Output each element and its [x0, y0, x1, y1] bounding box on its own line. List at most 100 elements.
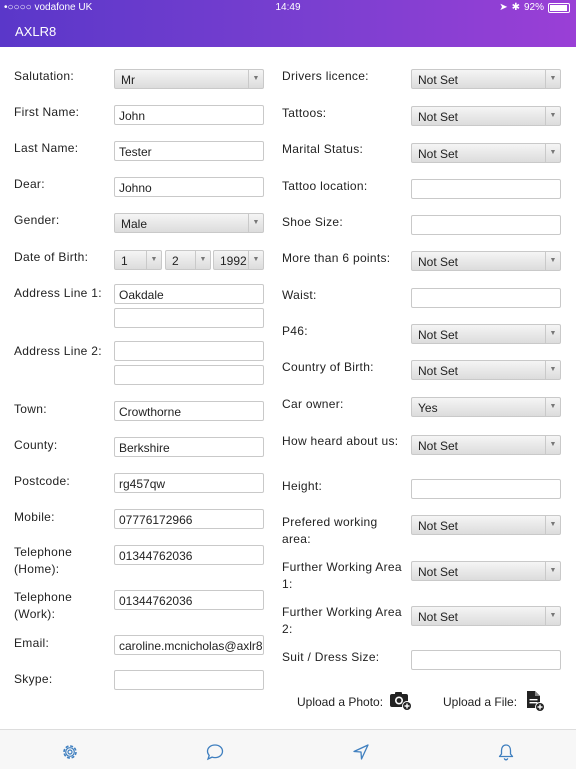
- shoe-size-label: Shoe Size:: [282, 215, 344, 229]
- mobile-label: Mobile:: [14, 510, 55, 524]
- dob-day-select[interactable]: 1 ▼: [114, 250, 162, 270]
- app-header: •○○○○ vodafone UK 14:49 ➤ ✱ 92% AXLR8: [0, 0, 576, 47]
- tab-bar: [0, 729, 576, 769]
- chevron-down-icon: ▼: [545, 325, 560, 343]
- chevron-down-icon: ▼: [545, 516, 560, 534]
- gender-label: Gender:: [14, 213, 60, 227]
- town-input[interactable]: Crowthorne: [114, 401, 264, 421]
- p46-select[interactable]: Not Set ▼: [411, 324, 561, 344]
- drivers-licence-label: Drivers licence:: [282, 69, 369, 83]
- chevron-down-icon: ▼: [545, 361, 560, 379]
- height-label: Height:: [282, 479, 323, 493]
- address-line-1-label: Address Line 1:: [14, 286, 102, 300]
- car-owner-label: Car owner:: [282, 397, 344, 411]
- bell-icon[interactable]: [496, 742, 516, 762]
- chat-icon[interactable]: [205, 742, 225, 762]
- tattoos-select-value: Not Set: [418, 110, 459, 124]
- file-add-icon[interactable]: [524, 689, 546, 718]
- mobile-input[interactable]: 07776172966: [114, 509, 264, 529]
- telephone-work-input[interactable]: 01344762036: [114, 590, 264, 610]
- camera-add-icon[interactable]: [389, 690, 413, 717]
- skype-label: Skype:: [14, 672, 53, 686]
- clock-label: 14:49: [275, 2, 301, 13]
- upload-photo-label: Upload a Photo:: [297, 695, 384, 709]
- p46-select-value: Not Set: [418, 328, 459, 342]
- county-input[interactable]: Berkshire: [114, 437, 264, 457]
- county-label: County:: [14, 438, 58, 452]
- location-status-icon: ➤: [499, 2, 508, 13]
- chevron-down-icon: ▼: [248, 70, 263, 88]
- first-name-input[interactable]: John: [114, 105, 264, 125]
- tattoo-location-input[interactable]: [411, 179, 561, 199]
- telephone-home-input[interactable]: 01344762036: [114, 545, 264, 565]
- how-heard-about-us-select[interactable]: Not Set ▼: [411, 435, 561, 455]
- first-name-label: First Name:: [14, 105, 80, 119]
- chevron-down-icon: ▼: [545, 107, 560, 125]
- chevron-down-icon: ▼: [146, 251, 161, 269]
- skype-input[interactable]: [114, 670, 264, 690]
- further-working-area-1-label: Further Working Area 1:: [282, 560, 402, 591]
- address-line-1-input-2[interactable]: [114, 308, 264, 328]
- last-name-input[interactable]: Tester: [114, 141, 264, 161]
- suit-dress-size-input[interactable]: [411, 650, 561, 670]
- p46-label: P46:: [282, 324, 308, 338]
- dob-month-select[interactable]: 2 ▼: [165, 250, 211, 270]
- more-than-6-points-select-value: Not Set: [418, 255, 459, 269]
- height-input[interactable]: [411, 479, 561, 499]
- further-working-area-1-select[interactable]: Not Set ▼: [411, 561, 561, 581]
- drivers-licence-select-value: Not Set: [418, 73, 459, 87]
- chevron-down-icon: ▼: [545, 70, 560, 88]
- battery-icon: [548, 2, 570, 13]
- telephone-home-label: Telephone (Home):: [14, 545, 73, 576]
- date-of-birth-label: Date of Birth:: [14, 250, 89, 264]
- battery-percent: 92%: [523, 2, 544, 13]
- app-title: AXLR8: [15, 24, 57, 39]
- email-input[interactable]: caroline.mcnicholas@axlr8.co.uk: [114, 635, 264, 655]
- further-working-area-2-label: Further Working Area 2:: [282, 605, 402, 636]
- more-than-6-points-label: More than 6 points:: [282, 251, 391, 265]
- drivers-licence-select[interactable]: Not Set ▼: [411, 69, 561, 89]
- email-label: Email:: [14, 636, 50, 650]
- car-owner-select[interactable]: Yes ▼: [411, 397, 561, 417]
- chevron-down-icon: ▼: [545, 436, 560, 454]
- salutation-select-value: Mr: [121, 73, 135, 87]
- address-line-2-input[interactable]: [114, 341, 264, 361]
- tattoo-location-label: Tattoo location:: [282, 179, 368, 193]
- tattoos-select[interactable]: Not Set ▼: [411, 106, 561, 126]
- location-arrow-icon[interactable]: [351, 742, 371, 762]
- further-working-area-2-select[interactable]: Not Set ▼: [411, 606, 561, 626]
- chevron-down-icon: ▼: [545, 144, 560, 162]
- tattoos-label: Tattoos:: [282, 106, 327, 120]
- car-owner-select-value: Yes: [418, 401, 438, 415]
- postcode-input[interactable]: rg457qw: [114, 473, 264, 493]
- chevron-down-icon: ▼: [195, 251, 210, 269]
- marital-status-select[interactable]: Not Set ▼: [411, 143, 561, 163]
- prefered-working-area-select[interactable]: Not Set ▼: [411, 515, 561, 535]
- dob-year-select[interactable]: 1992 ▼: [213, 250, 264, 270]
- shoe-size-input[interactable]: [411, 215, 561, 235]
- waist-input[interactable]: [411, 288, 561, 308]
- gear-icon[interactable]: [60, 742, 80, 762]
- more-than-6-points-select[interactable]: Not Set ▼: [411, 251, 561, 271]
- marital-status-label: Marital Status:: [282, 142, 364, 156]
- gender-select[interactable]: Male ▼: [114, 213, 264, 233]
- chevron-down-icon: ▼: [248, 251, 263, 269]
- chevron-down-icon: ▼: [248, 214, 263, 232]
- salutation-label: Salutation:: [14, 69, 75, 83]
- status-bar: •○○○○ vodafone UK 14:49 ➤ ✱ 92%: [0, 0, 576, 16]
- country-of-birth-select[interactable]: Not Set ▼: [411, 360, 561, 380]
- gender-select-value: Male: [121, 217, 148, 231]
- address-line-2-input-2[interactable]: [114, 365, 264, 385]
- marital-status-select-value: Not Set: [418, 147, 459, 161]
- dear-label: Dear:: [14, 177, 45, 191]
- last-name-label: Last Name:: [14, 141, 79, 155]
- country-of-birth-label: Country of Birth:: [282, 360, 374, 374]
- further-working-area-2-select-value: Not Set: [418, 610, 459, 624]
- address-line-1-input[interactable]: Oakdale: [114, 284, 264, 304]
- address-line-2-label: Address Line 2:: [14, 344, 102, 358]
- salutation-select[interactable]: Mr ▼: [114, 69, 264, 89]
- waist-label: Waist:: [282, 288, 317, 302]
- dob-day-select-value: 1: [121, 254, 128, 268]
- chevron-down-icon: ▼: [545, 252, 560, 270]
- dear-input[interactable]: Johno: [114, 177, 264, 197]
